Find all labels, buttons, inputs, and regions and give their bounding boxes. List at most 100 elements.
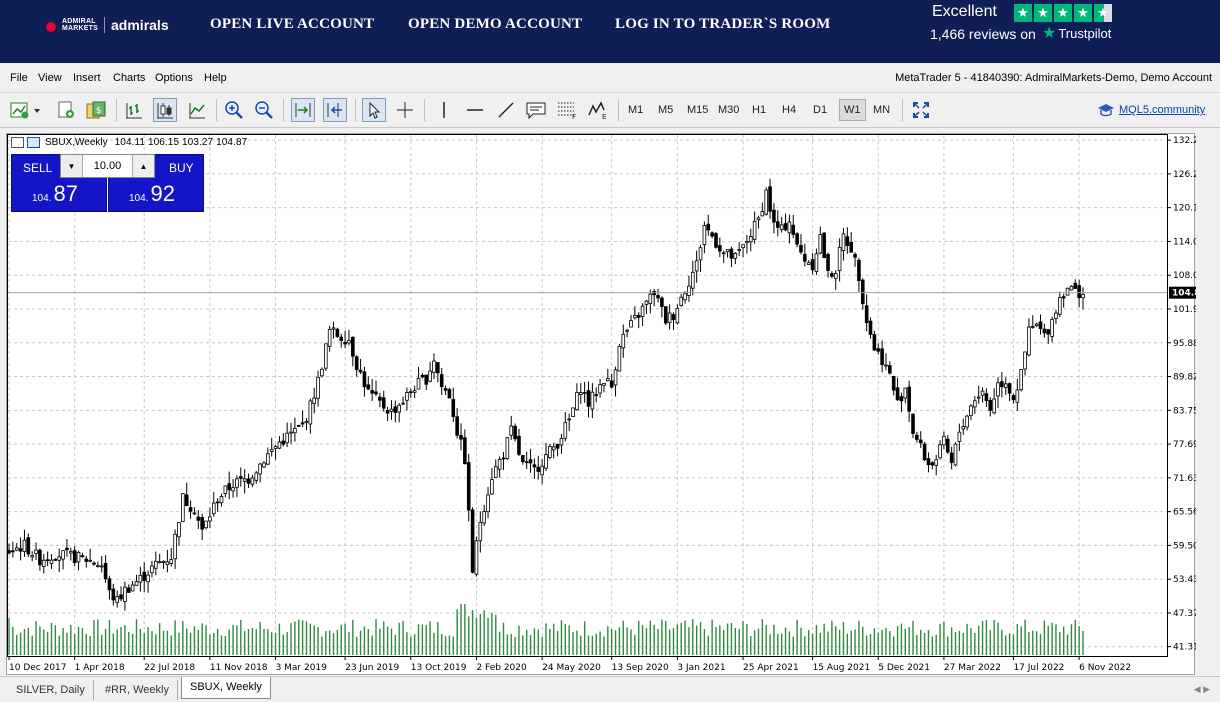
menu-options[interactable]: Options <box>155 72 193 84</box>
x-tick-label: 25 Apr 2021 <box>743 663 799 673</box>
timeframe-m30[interactable]: M30 <box>714 99 743 121</box>
candle-bear <box>351 336 355 357</box>
candle-bear <box>857 259 861 282</box>
vertical-line-icon[interactable] <box>432 98 456 122</box>
timeframe-d1[interactable]: D1 <box>809 99 831 121</box>
candle-bull <box>559 438 564 446</box>
admirals-logo[interactable]: ADMIRAL MARKETS admirals <box>46 14 169 36</box>
one-click-trading-panel: SELL 104.87 BUY 104.92 ▼ 10.00 ▲ <box>11 154 204 212</box>
price-chart[interactable]: 132.26 126.20 120.14 114.07 108.01 101.94 95.8… <box>7 134 1196 676</box>
open-live-account-link[interactable]: OPEN LIVE ACCOUNT <box>210 16 374 33</box>
menu-charts[interactable]: Charts <box>113 72 145 84</box>
new-chart-icon[interactable] <box>8 98 44 122</box>
timeframe-w1[interactable]: W1 <box>839 99 866 121</box>
tab-sbux-weekly[interactable]: SBUX, Weekly <box>181 677 271 699</box>
zoom-out-icon[interactable] <box>252 98 276 122</box>
candle-bull <box>277 441 282 449</box>
candle-bull <box>57 556 62 561</box>
candle-bear <box>26 537 31 555</box>
profiles-icon[interactable] <box>54 98 78 122</box>
tab-silver-daily[interactable]: SILVER, Daily <box>8 680 94 700</box>
candle-bull <box>242 478 247 482</box>
candle-bull <box>644 300 649 305</box>
candle-bull <box>694 260 699 272</box>
lot-size-input[interactable]: 10.00 <box>83 160 132 172</box>
elliott-wave-icon[interactable]: E <box>586 98 610 122</box>
menu-view[interactable]: View <box>38 72 62 84</box>
auto-scroll-icon[interactable] <box>291 98 315 122</box>
candle-bear <box>783 223 788 231</box>
candlestick-chart-icon[interactable] <box>153 98 177 122</box>
candle-bear <box>1046 329 1051 335</box>
candle-bull <box>150 565 154 574</box>
chart-symbol: SBUX,Weekly <box>45 137 108 148</box>
trustpilot-brand[interactable]: ★ Trustpilot <box>1042 25 1111 41</box>
timeframe-m15[interactable]: M15 <box>683 99 712 121</box>
text-label-icon[interactable] <box>524 98 548 122</box>
candle-bear <box>911 413 915 434</box>
fibonacci-icon[interactable]: F <box>555 98 579 122</box>
candle-bear <box>899 396 904 402</box>
sell-price: 104.87 <box>32 181 78 207</box>
horizontal-line-icon[interactable] <box>463 98 487 122</box>
candle-bull <box>285 432 289 444</box>
symbol-icon[interactable] <box>27 137 40 148</box>
tab-label: #RR, Weekly <box>105 684 169 696</box>
candle-bear <box>11 550 15 553</box>
trustpilot-stars[interactable]: ★ ★ ★ ★ ★ <box>1014 4 1112 22</box>
timeframe-m1[interactable]: M1 <box>624 99 647 121</box>
trustpilot-rating[interactable]: Excellent <box>932 3 997 21</box>
candle-bull <box>161 560 166 563</box>
timeframe-mn[interactable]: MN <box>869 99 894 121</box>
candle-bull <box>590 391 595 410</box>
candle-bear <box>38 549 42 566</box>
timeframe-h1[interactable]: H1 <box>748 99 770 121</box>
open-demo-account-link[interactable]: OPEN DEMO ACCOUNT <box>408 16 582 33</box>
candle-bull <box>474 540 479 575</box>
mql5-community-link[interactable]: MQL5.community <box>1097 103 1205 117</box>
candle-bear <box>822 232 826 259</box>
candle-bull <box>675 308 680 324</box>
candle-bull <box>331 327 336 330</box>
fullscreen-icon[interactable] <box>909 98 933 122</box>
candle-bear <box>451 399 456 418</box>
candle-bull <box>733 252 738 259</box>
y-tick-label: 132.26 <box>1173 136 1196 146</box>
trendline-icon[interactable] <box>494 98 518 122</box>
candle-bear <box>729 248 734 259</box>
zoom-in-icon[interactable] <box>222 98 246 122</box>
menu-help[interactable]: Help <box>204 72 227 84</box>
candle-bull <box>625 329 629 332</box>
tab-scroll-arrows[interactable]: ◀ ▶ <box>1194 684 1210 695</box>
login-traders-room-link[interactable]: LOG IN TO TRADER`S ROOM <box>615 16 830 33</box>
timeframe-h4[interactable]: H4 <box>778 99 800 121</box>
bar-chart-icon[interactable] <box>122 98 146 122</box>
tab-rr-weekly[interactable]: #RR, Weekly <box>97 680 178 700</box>
candle-bear <box>524 461 529 464</box>
y-tick-label: 71.63 <box>1173 474 1196 484</box>
lot-size-stepper[interactable]: ▼ 10.00 ▲ <box>60 154 155 178</box>
chart-shift-icon[interactable] <box>323 98 347 122</box>
y-tick-label: 120.14 <box>1173 204 1196 214</box>
candle-bear <box>393 406 398 413</box>
candle-bull <box>702 225 707 246</box>
line-chart-icon[interactable] <box>185 98 209 122</box>
candle-bear <box>362 371 367 388</box>
timeframe-m5[interactable]: M5 <box>654 99 677 121</box>
candle-bull <box>389 408 394 412</box>
candle-bear <box>532 464 537 468</box>
chart-menu-icon[interactable] <box>11 137 24 148</box>
trustpilot-reviews[interactable]: 1,466 reviews on <box>930 26 1036 42</box>
menu-insert[interactable]: Insert <box>73 72 101 84</box>
lot-increase-button[interactable]: ▲ <box>132 155 154 177</box>
cursor-icon[interactable] <box>362 98 386 122</box>
menu-file[interactable]: File <box>10 72 28 84</box>
lot-decrease-button[interactable]: ▼ <box>61 155 83 177</box>
candle-bear <box>1042 328 1047 334</box>
candle-bear <box>455 416 459 436</box>
crosshair-icon[interactable] <box>393 98 417 122</box>
sell-price-big: 87 <box>53 181 78 206</box>
market-watch-icon[interactable]: $ <box>84 98 108 122</box>
candle-bull <box>1065 287 1070 296</box>
chart-window[interactable]: 132.26 126.20 120.14 114.07 108.01 101.94 95.8… <box>6 133 1196 676</box>
